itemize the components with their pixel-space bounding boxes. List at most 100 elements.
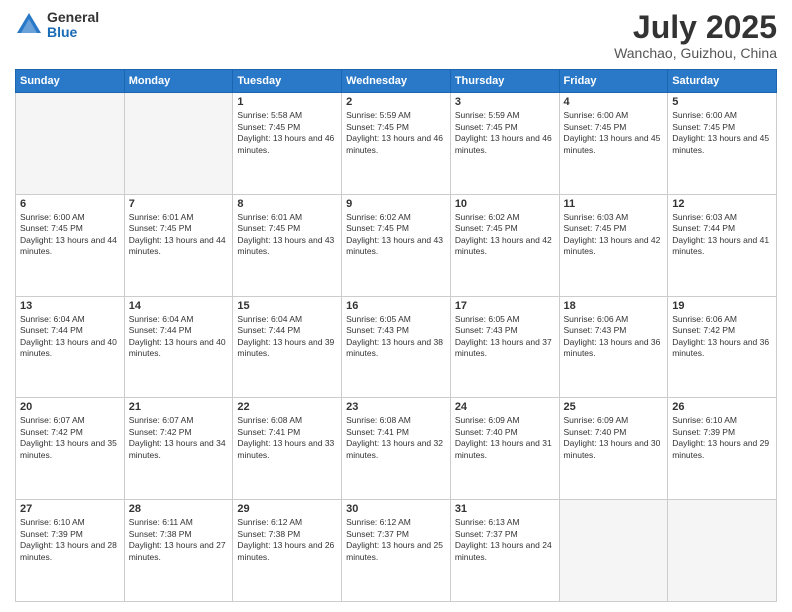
calendar-table: SundayMondayTuesdayWednesdayThursdayFrid… [15,69,777,602]
calendar-header-thursday: Thursday [450,70,559,93]
calendar-cell: 26 Sunrise: 6:10 AM Sunset: 7:39 PM Dayli… [668,398,777,500]
day-number: 2 [346,96,446,108]
calendar-header-wednesday: Wednesday [342,70,451,93]
day-number: 11 [564,198,664,210]
calendar-week-1: 1Sunrise: 5:58 AM Sunset: 7:45 PM Daylig… [16,93,777,195]
day-info: Sunrise: 6:03 AM Sunset: 7:44 PM Dayligh… [672,212,772,258]
day-number: 7 [129,198,229,210]
day-info: Sunrise: 6:05 AM Sunset: 7:43 PM Dayligh… [455,314,555,360]
day-info: Sunrise: 6:00 AM Sunset: 7:45 PM Dayligh… [564,110,664,156]
calendar-cell: 10 Sunrise: 6:02 AM Sunset: 7:45 PM Dayli… [450,194,559,296]
day-info: Sunrise: 6:00 AM Sunset: 7:45 PM Dayligh… [672,110,772,156]
day-info: Sunrise: 6:00 AM Sunset: 7:45 PM Dayligh… [20,212,120,258]
day-number: 30 [346,503,446,515]
calendar-cell: 23 Sunrise: 6:08 AM Sunset: 7:41 PM Dayli… [342,398,451,500]
title-block: July 2025 Wanchao, Guizhou, China [614,10,777,61]
calendar-cell: 6 Sunrise: 6:00 AM Sunset: 7:45 PM Daylig… [16,194,125,296]
calendar-cell: 20Sunrise: 6:07 AM Sunset: 7:42 PM Dayli… [16,398,125,500]
day-number: 10 [455,198,555,210]
day-number: 27 [20,503,120,515]
calendar-cell [668,500,777,602]
day-number: 3 [455,96,555,108]
day-info: Sunrise: 6:06 AM Sunset: 7:43 PM Dayligh… [564,314,664,360]
day-info: Sunrise: 6:01 AM Sunset: 7:45 PM Dayligh… [129,212,229,258]
calendar-cell: 7 Sunrise: 6:01 AM Sunset: 7:45 PM Daylig… [124,194,233,296]
day-number: 28 [129,503,229,515]
calendar-week-4: 20Sunrise: 6:07 AM Sunset: 7:42 PM Dayli… [16,398,777,500]
calendar-cell: 24 Sunrise: 6:09 AM Sunset: 7:40 PM Dayli… [450,398,559,500]
calendar-cell: 29Sunrise: 6:12 AM Sunset: 7:38 PM Dayli… [233,500,342,602]
calendar-cell: 5 Sunrise: 6:00 AM Sunset: 7:45 PM Daylig… [668,93,777,195]
day-info: Sunrise: 6:12 AM Sunset: 7:38 PM Dayligh… [237,517,337,563]
calendar-week-5: 27 Sunrise: 6:10 AM Sunset: 7:39 PM Dayli… [16,500,777,602]
calendar-cell: 31Sunrise: 6:13 AM Sunset: 7:37 PM Dayli… [450,500,559,602]
logo: General Blue [15,10,99,41]
calendar-cell: 18 Sunrise: 6:06 AM Sunset: 7:43 PM Dayli… [559,296,668,398]
calendar-cell: 13 Sunrise: 6:04 AM Sunset: 7:44 PM Dayli… [16,296,125,398]
day-info: Sunrise: 6:02 AM Sunset: 7:45 PM Dayligh… [455,212,555,258]
day-info: Sunrise: 6:10 AM Sunset: 7:39 PM Dayligh… [672,415,772,461]
logo-blue-text: Blue [47,25,99,40]
day-number: 24 [455,401,555,413]
day-number: 26 [672,401,772,413]
calendar-cell: 2 Sunrise: 5:59 AM Sunset: 7:45 PM Daylig… [342,93,451,195]
day-info: Sunrise: 6:01 AM Sunset: 7:45 PM Dayligh… [237,212,337,258]
day-number: 15 [237,300,337,312]
calendar-week-3: 13 Sunrise: 6:04 AM Sunset: 7:44 PM Dayli… [16,296,777,398]
day-info: Sunrise: 6:10 AM Sunset: 7:39 PM Dayligh… [20,517,120,563]
calendar-header-monday: Monday [124,70,233,93]
header: General Blue July 2025 Wanchao, Guizhou,… [15,10,777,61]
day-info: Sunrise: 6:08 AM Sunset: 7:41 PM Dayligh… [237,415,337,461]
calendar-cell [124,93,233,195]
calendar-cell: 11Sunrise: 6:03 AM Sunset: 7:45 PM Dayli… [559,194,668,296]
day-number: 16 [346,300,446,312]
day-number: 17 [455,300,555,312]
day-number: 31 [455,503,555,515]
day-info: Sunrise: 6:02 AM Sunset: 7:45 PM Dayligh… [346,212,446,258]
day-info: Sunrise: 6:08 AM Sunset: 7:41 PM Dayligh… [346,415,446,461]
calendar-week-2: 6 Sunrise: 6:00 AM Sunset: 7:45 PM Daylig… [16,194,777,296]
day-info: Sunrise: 6:09 AM Sunset: 7:40 PM Dayligh… [564,415,664,461]
day-number: 21 [129,401,229,413]
logo-general-text: General [47,10,99,25]
calendar-cell: 1Sunrise: 5:58 AM Sunset: 7:45 PM Daylig… [233,93,342,195]
calendar-header-tuesday: Tuesday [233,70,342,93]
calendar-cell: 17 Sunrise: 6:05 AM Sunset: 7:43 PM Dayli… [450,296,559,398]
calendar-cell: 8 Sunrise: 6:01 AM Sunset: 7:45 PM Daylig… [233,194,342,296]
calendar-cell: 9 Sunrise: 6:02 AM Sunset: 7:45 PM Daylig… [342,194,451,296]
day-number: 14 [129,300,229,312]
calendar-cell: 30Sunrise: 6:12 AM Sunset: 7:37 PM Dayli… [342,500,451,602]
logo-text: General Blue [47,10,99,41]
calendar-cell: 22 Sunrise: 6:08 AM Sunset: 7:41 PM Dayli… [233,398,342,500]
calendar-cell: 19Sunrise: 6:06 AM Sunset: 7:42 PM Dayli… [668,296,777,398]
calendar-header-sunday: Sunday [16,70,125,93]
day-info: Sunrise: 6:04 AM Sunset: 7:44 PM Dayligh… [20,314,120,360]
day-number: 18 [564,300,664,312]
calendar-cell: 3 Sunrise: 5:59 AM Sunset: 7:45 PM Daylig… [450,93,559,195]
day-number: 8 [237,198,337,210]
day-info: Sunrise: 6:09 AM Sunset: 7:40 PM Dayligh… [455,415,555,461]
day-info: Sunrise: 6:07 AM Sunset: 7:42 PM Dayligh… [20,415,120,461]
calendar-cell: 15Sunrise: 6:04 AM Sunset: 7:44 PM Dayli… [233,296,342,398]
calendar-cell: 14Sunrise: 6:04 AM Sunset: 7:44 PM Dayli… [124,296,233,398]
calendar-cell [16,93,125,195]
calendar-cell: 25 Sunrise: 6:09 AM Sunset: 7:40 PM Dayli… [559,398,668,500]
calendar-cell: 21Sunrise: 6:07 AM Sunset: 7:42 PM Dayli… [124,398,233,500]
day-info: Sunrise: 5:59 AM Sunset: 7:45 PM Dayligh… [455,110,555,156]
day-number: 9 [346,198,446,210]
calendar-cell: 28Sunrise: 6:11 AM Sunset: 7:38 PM Dayli… [124,500,233,602]
calendar-cell: 12Sunrise: 6:03 AM Sunset: 7:44 PM Dayli… [668,194,777,296]
calendar-cell: 27 Sunrise: 6:10 AM Sunset: 7:39 PM Dayli… [16,500,125,602]
day-info: Sunrise: 5:58 AM Sunset: 7:45 PM Dayligh… [237,110,337,156]
day-number: 4 [564,96,664,108]
day-number: 5 [672,96,772,108]
day-number: 23 [346,401,446,413]
day-number: 13 [20,300,120,312]
day-number: 6 [20,198,120,210]
day-number: 22 [237,401,337,413]
day-number: 25 [564,401,664,413]
day-info: Sunrise: 5:59 AM Sunset: 7:45 PM Dayligh… [346,110,446,156]
calendar-header-row: SundayMondayTuesdayWednesdayThursdayFrid… [16,70,777,93]
calendar-header-saturday: Saturday [668,70,777,93]
calendar-cell: 4 Sunrise: 6:00 AM Sunset: 7:45 PM Daylig… [559,93,668,195]
